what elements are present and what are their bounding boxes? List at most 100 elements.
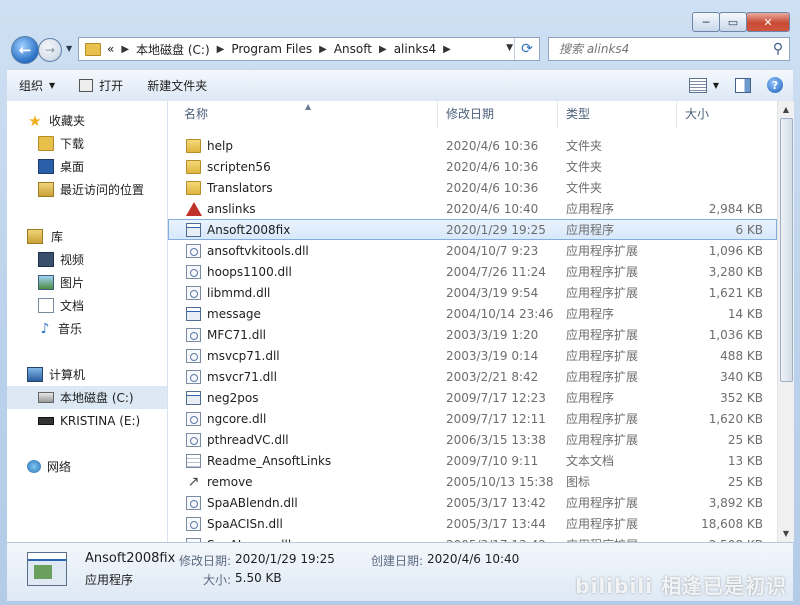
search-input[interactable] — [549, 41, 767, 57]
table-row[interactable]: MFC71.dll 2003/3/19 1:20 应用程序扩展 1,036 KB — [168, 324, 777, 345]
breadcrumb-separator-icon[interactable]: ▶ — [379, 44, 387, 55]
recent-places-icon — [38, 182, 54, 197]
file-date: 2009/7/10 9:11 — [446, 453, 539, 468]
table-row[interactable]: scripten56 2020/4/6 10:36 文件夹 — [168, 156, 777, 177]
breadcrumb-overflow[interactable]: « — [107, 42, 114, 56]
favorites-group: ★ 收藏夹 下载 桌面 最近访问的位置 — [7, 109, 167, 201]
table-row[interactable]: Readme_AnsoftLinks 2009/7/10 9:11 文本文档 13 K… — [168, 450, 777, 471]
breadcrumb-separator-icon[interactable]: ▶ — [217, 44, 225, 55]
sidebar-item-downloads[interactable]: 下载 — [7, 132, 167, 155]
column-header-size[interactable]: 大小 — [677, 101, 777, 128]
view-options-icon[interactable] — [688, 77, 707, 93]
table-row[interactable]: pthreadVC.dll 2006/3/15 13:38 应用程序扩展 25 KB — [168, 429, 777, 450]
file-type: 应用程序 — [566, 307, 615, 321]
sidebar-item-recent-places[interactable]: 最近访问的位置 — [7, 178, 167, 201]
file-name: Translators — [207, 180, 273, 195]
sidebar-item-videos[interactable]: 视频 — [7, 248, 167, 271]
scroll-up-icon[interactable]: ▲ — [778, 101, 794, 118]
file-date: 2020/4/6 10:36 — [446, 159, 539, 174]
sidebar-item-desktop[interactable]: 桌面 — [7, 155, 167, 178]
sidebar-item-pictures[interactable]: 图片 — [7, 271, 167, 294]
breadcrumb-local-disk[interactable]: 本地磁盘 (C:) — [136, 41, 210, 58]
table-row[interactable]: ↗ remove 2005/10/13 15:38 图标 25 KB — [168, 471, 777, 492]
file-name: neg2pos — [207, 390, 259, 405]
details-size-value: 5.50 KB — [235, 571, 282, 585]
dll-file-icon — [186, 264, 201, 279]
breadcrumb-program-files[interactable]: Program Files — [231, 42, 312, 56]
table-row[interactable]: Translators 2020/4/6 10:36 文件夹 — [168, 177, 777, 198]
file-date: 2005/10/13 15:38 — [446, 474, 554, 489]
address-bar[interactable]: « ▶ 本地磁盘 (C:) ▶ Program Files ▶ Ansoft ▶… — [78, 37, 540, 61]
file-name: Ansoft2008fix — [207, 222, 291, 237]
organize-button[interactable]: 组织 ▼ — [7, 70, 67, 101]
details-created-value: 2020/4/6 10:40 — [427, 552, 520, 566]
breadcrumb-separator-icon[interactable]: ▶ — [319, 44, 327, 55]
folder-icon — [85, 42, 101, 56]
sidebar-item-local-disk-c[interactable]: 本地磁盘 (C:) — [7, 386, 167, 409]
breadcrumb-ansoft[interactable]: Ansoft — [334, 42, 372, 56]
column-header-name[interactable]: ▲ 名称 — [168, 101, 438, 128]
details-created-label: 创建日期: — [371, 554, 424, 568]
table-row[interactable]: neg2pos 2009/7/17 12:23 应用程序 352 KB — [168, 387, 777, 408]
view-dropdown-icon[interactable]: ▼ — [713, 81, 719, 90]
breadcrumb-separator-icon[interactable]: ▶ — [443, 44, 451, 55]
sidebar-item-documents[interactable]: 文档 — [7, 294, 167, 317]
table-row[interactable]: hoops1100.dll 2004/7/26 11:24 应用程序扩展 3,280 … — [168, 261, 777, 282]
close-button[interactable]: ✕ — [746, 12, 790, 32]
table-row[interactable]: Ansoft2008fix 2020/1/29 19:25 应用程序 6 KB — [168, 219, 777, 240]
column-header-date[interactable]: 修改日期 — [438, 101, 558, 128]
folder-icon — [186, 159, 201, 174]
table-row[interactable]: SpaABlendn.dll 2005/3/17 13:42 应用程序扩展 3,892… — [168, 492, 777, 513]
table-row[interactable]: msvcp71.dll 2003/3/19 0:14 应用程序扩展 488 KB — [168, 345, 777, 366]
table-row[interactable]: anslinks 2020/4/6 10:40 应用程序 2,984 KB — [168, 198, 777, 219]
computer-icon — [27, 367, 43, 382]
music-icon: ♪ — [40, 320, 50, 337]
open-button[interactable]: 打开 — [67, 70, 135, 101]
sidebar-item-network[interactable]: 网络 — [7, 455, 167, 478]
dll-file-icon — [186, 369, 201, 384]
refresh-icon[interactable]: ⟳ — [514, 38, 539, 60]
sidebar-item-label: 计算机 — [49, 368, 86, 382]
sidebar-item-libraries[interactable]: 库 — [7, 225, 167, 248]
breadcrumb-alinks4[interactable]: alinks4 — [394, 42, 436, 56]
video-icon — [38, 252, 54, 267]
table-row[interactable]: msvcr71.dll 2003/2/21 8:42 应用程序扩展 340 KB — [168, 366, 777, 387]
breadcrumb-separator-icon[interactable]: ▶ — [121, 44, 129, 55]
sidebar-item-music[interactable]: ♪ 音乐 — [7, 317, 167, 340]
address-history-dropdown-icon[interactable]: ▼ — [506, 43, 513, 53]
table-row[interactable]: message 2004/10/14 23:46 应用程序 14 KB — [168, 303, 777, 324]
table-row[interactable]: SpaALopsn.dll2005/3/17 13:42应用程序扩展2,508 … — [168, 534, 777, 542]
file-date: 2020/1/29 19:25 — [446, 222, 546, 237]
details-pane: Ansoft2008fix 应用程序 修改日期: 2020/1/29 19:25… — [7, 542, 793, 601]
file-name-cell: msvcr71.dll — [168, 369, 438, 384]
sidebar-item-kristina-e[interactable]: KRISTINA (E:) — [7, 409, 167, 432]
back-button[interactable]: ← — [11, 36, 39, 64]
file-name: MFC71.dll — [207, 327, 267, 342]
help-icon[interactable]: ? — [767, 77, 783, 93]
table-row[interactable]: ngcore.dll 2009/7/17 12:11 应用程序扩展 1,620 KB — [168, 408, 777, 429]
breadcrumb: « ▶ 本地磁盘 (C:) ▶ Program Files ▶ Ansoft ▶… — [107, 41, 458, 58]
minimize-button[interactable]: ─ — [692, 12, 720, 32]
maximize-button[interactable]: ▭ — [719, 12, 747, 32]
file-date: 2020/4/6 10:40 — [446, 201, 539, 216]
navigation-pane: ★ 收藏夹 下载 桌面 最近访问的位置 库 视频 图片 文档 ♪ 音乐 计算机 … — [7, 101, 168, 542]
preview-pane-icon[interactable] — [735, 77, 751, 93]
sidebar-item-favorites[interactable]: ★ 收藏夹 — [7, 109, 167, 132]
file-size: 1,621 KB — [708, 285, 763, 300]
search-icon[interactable]: ⚲ — [767, 41, 789, 57]
column-header-type[interactable]: 类型 — [558, 101, 677, 128]
table-row[interactable]: libmmd.dll 2004/3/19 9:54 应用程序扩展 1,621 KB — [168, 282, 777, 303]
dll-file-icon — [186, 432, 201, 447]
table-row[interactable]: ansoftvkitools.dll 2004/10/7 9:23 应用程序扩展 1,… — [168, 240, 777, 261]
scroll-down-icon[interactable]: ▼ — [778, 525, 794, 542]
table-row[interactable]: help 2020/4/6 10:36 文件夹 — [168, 135, 777, 156]
file-size: 14 KB — [727, 306, 763, 321]
new-folder-button[interactable]: 新建文件夹 — [135, 70, 219, 101]
recent-pages-dropdown-icon[interactable]: ▼ — [66, 44, 72, 53]
command-bar: 组织 ▼ 打开 新建文件夹 ▼ ? — [7, 69, 793, 102]
sidebar-item-computer[interactable]: 计算机 — [7, 363, 167, 386]
scrollbar-thumb[interactable] — [780, 118, 793, 382]
forward-button[interactable]: → — [38, 38, 62, 62]
table-row[interactable]: SpaACISn.dll 2005/3/17 13:44 应用程序扩展 18,608 … — [168, 513, 777, 534]
vertical-scrollbar[interactable]: ▲ ▼ — [777, 101, 794, 542]
